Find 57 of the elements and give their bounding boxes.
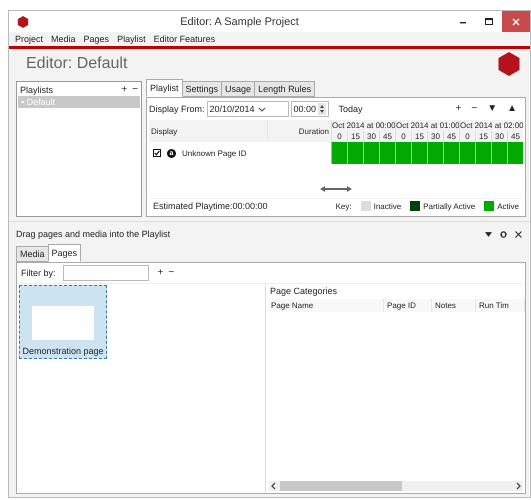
estimated-playtime: Estimated Playtime:00:00:00 xyxy=(153,201,269,211)
section-title: Drag pages and media into the Playlist xyxy=(16,229,172,239)
minute-header: 15 xyxy=(411,131,427,142)
legend-label: Partially Active xyxy=(423,202,476,210)
hour-header: Oct 2014 at 00:00 xyxy=(331,120,395,131)
minute-header: 0 xyxy=(459,131,475,142)
menu-item[interactable]: Pages xyxy=(84,34,110,44)
remove-button[interactable]: − xyxy=(132,85,138,95)
page-tile[interactable]: Demonstration page xyxy=(19,285,107,359)
tab[interactable]: Length Rules xyxy=(254,81,316,97)
today-link[interactable]: Today xyxy=(338,104,363,114)
window-title: Editor: A Sample Project xyxy=(179,16,300,28)
minute-header: 45 xyxy=(379,131,395,142)
column-header[interactable]: Run Tim xyxy=(476,299,525,312)
page-name: Unknown Page ID xyxy=(182,148,246,158)
tab[interactable]: Usage xyxy=(221,81,256,97)
menu-item[interactable]: Editor Features xyxy=(154,34,216,44)
hour-header: Oct 2014 at 01:00 xyxy=(395,120,459,131)
tab[interactable]: Media xyxy=(16,246,49,262)
legend-label: Active xyxy=(497,202,519,210)
minute-header: 30 xyxy=(363,131,379,142)
minute-header: 45 xyxy=(507,131,523,142)
column-header: Duration xyxy=(267,120,331,142)
zoom-button[interactable]: ▲ xyxy=(507,104,517,114)
minute-header: 0 xyxy=(331,131,347,142)
hour-header: Oct 2014 at 02:00 xyxy=(459,120,523,131)
menu-item[interactable]: Project xyxy=(15,34,44,44)
add-button[interactable]: + xyxy=(121,85,128,95)
column-header[interactable]: Notes xyxy=(432,299,476,312)
minute-header: 30 xyxy=(491,131,507,142)
date-dropdown[interactable]: 20/10/2014 xyxy=(206,101,289,117)
minute-header: 15 xyxy=(347,131,363,142)
column-header[interactable]: Page Name xyxy=(268,299,384,312)
column-header[interactable]: Page ID xyxy=(384,299,432,312)
key-label: Key: xyxy=(336,202,352,210)
minute-header: 45 xyxy=(443,131,459,142)
remove-button[interactable]: − xyxy=(168,268,174,278)
add-button[interactable]: + xyxy=(158,268,164,278)
zoom-button[interactable]: − xyxy=(471,104,478,114)
editor-title: Editor: Default xyxy=(26,55,128,73)
minute-header: 30 xyxy=(427,131,443,142)
menu-item[interactable]: Playlist xyxy=(117,34,146,44)
tab[interactable]: Pages xyxy=(48,244,82,262)
field-label: Filter by: xyxy=(21,268,56,278)
tab[interactable]: Playlist xyxy=(146,79,183,97)
legend-label: Inactive xyxy=(374,202,402,210)
menu-item[interactable]: Media xyxy=(51,34,76,44)
time-spinner[interactable]: 00:00 xyxy=(290,101,329,117)
zoom-button[interactable]: ▼ xyxy=(487,104,498,114)
minute-header: 0 xyxy=(395,131,411,142)
panel-title: Playlists xyxy=(20,85,54,95)
field-label: Display From: xyxy=(149,104,205,114)
panel-title: Page Categories xyxy=(269,286,338,298)
column-header: Display xyxy=(149,120,267,142)
zoom-button[interactable]: + xyxy=(456,104,462,114)
minute-header: 15 xyxy=(475,131,491,142)
tab[interactable]: Settings xyxy=(182,81,222,97)
